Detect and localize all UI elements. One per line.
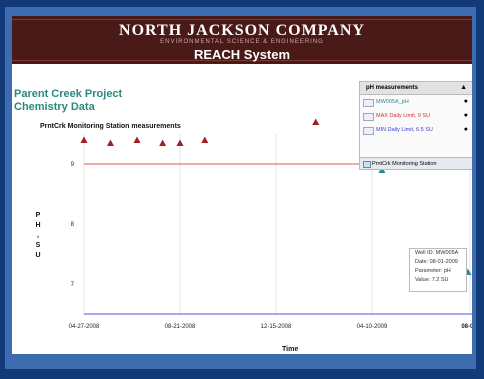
y-axis-label-char: H — [35, 222, 41, 229]
series-icon — [363, 127, 374, 135]
data-point — [312, 118, 320, 125]
station-icon — [363, 161, 371, 168]
series-icon — [363, 99, 374, 107]
x-tick-label: 04-10-2009 — [357, 324, 388, 330]
tooltip-value: Value: 7.2 SU — [415, 277, 449, 283]
x-tick-label: 12-15-2008 — [261, 324, 292, 330]
legend-item-marker: ● — [463, 98, 468, 105]
y-tick-label: 7 — [71, 282, 75, 288]
collapse-icon[interactable]: ▲ — [460, 82, 467, 94]
legend-item[interactable]: MAX Daily Limit, 9 SU ● — [360, 109, 472, 123]
y-tick-label: 9 — [71, 162, 75, 168]
legend-item-label: MAX Daily Limit, 9 SU — [376, 113, 431, 119]
x-axis-label: Time — [282, 346, 299, 353]
tooltip-parameter: Parameter: pH — [415, 268, 451, 274]
legend-item-marker: ● — [463, 112, 468, 119]
legend-item-marker: ● — [463, 126, 468, 133]
data-point-tooltip: Well ID: MW005A Date: 08-01-2009 Paramet… — [409, 248, 467, 292]
y-axis-label-char: S — [35, 242, 41, 249]
series-icon — [363, 113, 374, 121]
y-axis-label-char: P — [35, 212, 41, 219]
x-tick-label: 08-04- — [461, 324, 472, 330]
legend-footer[interactable]: PrntCrk Monitoring Station — [360, 157, 472, 169]
legend-item[interactable]: MIN Daily Limit, 6.5 SU ● — [360, 123, 472, 137]
data-point — [201, 136, 209, 143]
y-tick-label: 8 — [71, 222, 75, 228]
tooltip-date: Date: 08-01-2009 — [415, 259, 458, 265]
legend-footer-label: PrntCrk Monitoring Station — [372, 161, 437, 167]
data-point — [80, 136, 88, 143]
report-page: NORTH JACKSON COMPANY ENVIRONMENTAL SCIE… — [12, 16, 472, 354]
x-tick-label: 08-21-2008 — [165, 324, 196, 330]
y-axis-label: P H , S U — [33, 211, 43, 261]
y-axis-label-char: , — [37, 232, 39, 239]
tooltip-well: Well ID: MW005A — [415, 250, 459, 256]
legend-item-label: MIN Daily Limit, 6.5 SU — [376, 127, 433, 133]
data-point — [106, 139, 114, 146]
data-point — [176, 139, 184, 146]
legend-item[interactable]: MW005A_pH ● — [360, 95, 472, 109]
chart-plot: 7 8 9 04-27-2008 08-21-2008 12-15-2008 04-10-2… — [69, 118, 472, 330]
y-axis-label-char: U — [35, 252, 41, 259]
legend-item-label: MW005A_pH — [376, 99, 409, 105]
x-tick-label: 04-27-2008 — [69, 324, 100, 330]
data-point — [159, 139, 167, 146]
legend-title: pH measurements — [366, 85, 419, 91]
chart-legend[interactable]: pH measurements ▲ MW005A_pH ● MAX Daily … — [359, 81, 472, 170]
data-point — [133, 136, 141, 143]
legend-header[interactable]: pH measurements ▲ — [360, 82, 472, 95]
